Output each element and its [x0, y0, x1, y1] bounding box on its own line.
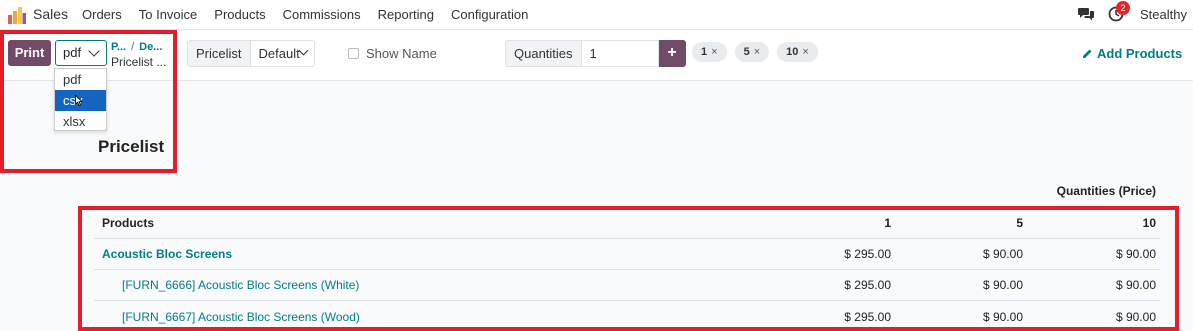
main-menu: Orders To Invoice Products Commissions R…: [82, 7, 545, 22]
menu-to-invoice[interactable]: To Invoice: [139, 7, 198, 22]
add-products-label: Add Products: [1097, 46, 1183, 61]
quantities-input[interactable]: 1: [581, 40, 659, 67]
sales-app-icon[interactable]: [8, 7, 26, 24]
quantities-label: Quantities: [505, 40, 582, 67]
quantity-tag: 5 ×: [734, 42, 770, 62]
add-products-button[interactable]: Add Products: [1082, 46, 1182, 61]
activity-count-badge: 2: [1116, 1, 1131, 15]
activity-icon[interactable]: 2: [1108, 1, 1131, 22]
close-icon[interactable]: ×: [711, 42, 717, 62]
menu-reporting[interactable]: Reporting: [378, 7, 434, 22]
quantities-price-header: Quantities (Price): [1056, 184, 1156, 198]
chat-icon[interactable]: [1078, 7, 1095, 21]
annotation-box-format: [0, 30, 177, 173]
close-icon[interactable]: ×: [802, 42, 808, 62]
quantity-tag-label: 5: [743, 46, 750, 58]
show-name-checkbox[interactable]: [348, 48, 359, 59]
quantities-input-group: Quantities 1 +: [505, 40, 686, 67]
quantity-tag: 1 ×: [692, 42, 727, 62]
menu-commissions[interactable]: Commissions: [283, 7, 361, 22]
navbar-right: 2 Stealthy: [1078, 1, 1187, 22]
app-name[interactable]: Sales: [33, 6, 68, 22]
company-switcher[interactable]: Stealthy: [1140, 7, 1187, 22]
menu-products[interactable]: Products: [214, 7, 265, 22]
annotation-box-table: [78, 206, 1179, 331]
top-navbar: Sales Orders To Invoice Products Commiss…: [0, 0, 1193, 30]
pricelist-dropdown-value: Default: [258, 46, 300, 61]
quantity-tag-label: 10: [786, 46, 799, 58]
quantity-tag-label: 1: [701, 46, 708, 58]
pricelist-dropdown[interactable]: Default: [250, 40, 315, 67]
quantity-tag: 10 ×: [777, 42, 818, 62]
pencil-icon: [1083, 49, 1092, 58]
report-control-bar: Print pdf P... / De... Pricelist ... Price…: [0, 31, 1193, 81]
menu-orders[interactable]: Orders: [82, 7, 122, 22]
pricelist-selector: Pricelist Default: [187, 40, 315, 67]
show-name-label: Show Name: [366, 46, 437, 61]
quantity-tags: 1 × 5 × 10 ×: [692, 42, 826, 62]
close-icon[interactable]: ×: [754, 42, 760, 62]
menu-configuration[interactable]: Configuration: [451, 7, 528, 22]
add-quantity-button[interactable]: +: [658, 40, 686, 67]
pricelist-label: Pricelist: [187, 40, 251, 67]
show-name-toggle[interactable]: Show Name: [348, 46, 437, 61]
